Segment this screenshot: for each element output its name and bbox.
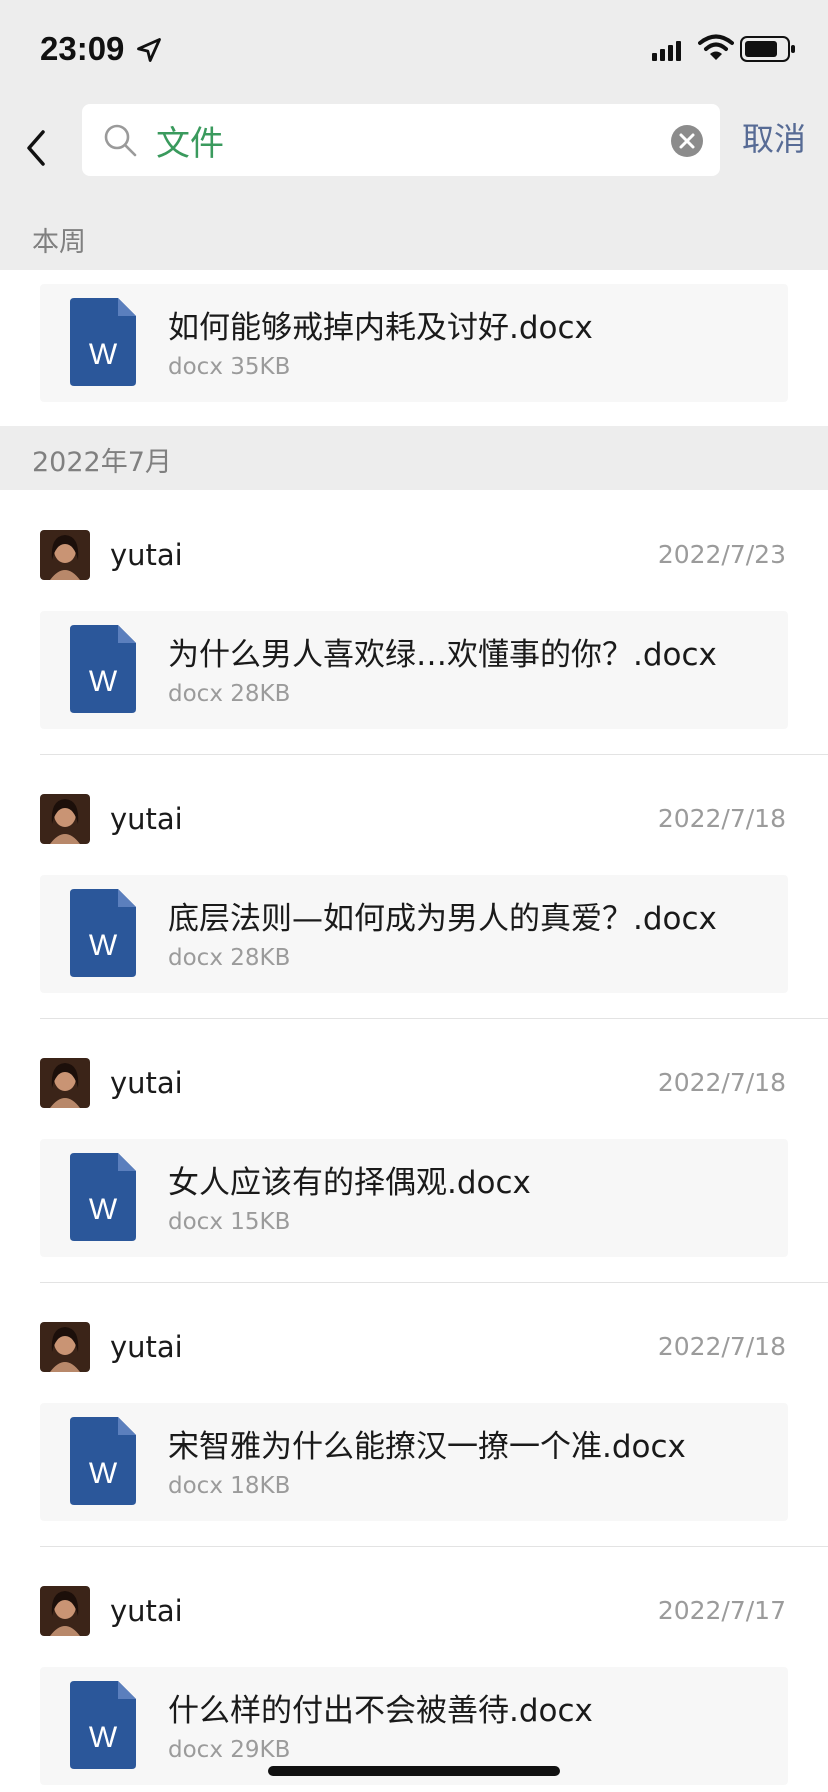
file-meta: docx 28KB	[168, 945, 291, 971]
file-card[interactable]: W 女人应该有的择偶观.docx docx 15KB	[40, 1139, 788, 1257]
file-card[interactable]: W 如何能够戒掉内耗及讨好.docx docx 35KB	[40, 284, 788, 402]
word-document-icon: W	[70, 298, 136, 386]
status-bar: 23:09	[0, 0, 828, 100]
divider	[40, 1282, 828, 1283]
search-icon	[104, 124, 137, 157]
avatar[interactable]	[40, 1586, 90, 1636]
word-document-icon: W	[70, 1417, 136, 1505]
avatar[interactable]	[40, 1322, 90, 1372]
section-header-july-2022: 2022年7月	[0, 426, 828, 490]
sender-row: yutai 2022/7/17	[0, 1586, 828, 1642]
sender-date: 2022/7/18	[657, 1068, 786, 1097]
file-name: 底层法则—如何成为男人的真爱？.docx	[168, 901, 717, 937]
file-name: 什么样的付出不会被善待.docx	[168, 1693, 593, 1729]
section-title: 本周	[32, 227, 86, 258]
location-arrow-icon	[137, 38, 161, 62]
divider	[40, 754, 828, 755]
clear-icon[interactable]	[670, 124, 704, 158]
svg-text:W: W	[89, 1457, 118, 1490]
file-name: 女人应该有的择偶观.docx	[168, 1165, 531, 1201]
sender-row: yutai 2022/7/18	[0, 1322, 828, 1378]
sender-name: yutai	[110, 1330, 183, 1364]
svg-text:W: W	[89, 929, 118, 962]
file-name: 如何能够戒掉内耗及讨好.docx	[168, 310, 593, 346]
svg-text:W: W	[89, 1721, 118, 1754]
back-button[interactable]	[14, 120, 58, 176]
sender-name: yutai	[110, 1594, 183, 1628]
sender-row: yutai 2022/7/18	[0, 1058, 828, 1114]
file-meta: docx 29KB	[168, 1737, 291, 1763]
sender-date: 2022/7/18	[657, 1332, 786, 1361]
section-title: 2022年7月	[32, 447, 172, 478]
word-document-icon: W	[70, 625, 136, 713]
sender-name: yutai	[110, 538, 183, 572]
section-header-this-week: 本周	[0, 206, 828, 270]
svg-text:W: W	[89, 665, 118, 698]
search-header: 取消	[0, 100, 828, 206]
cancel-button[interactable]: 取消	[742, 114, 806, 160]
divider	[40, 1018, 828, 1019]
file-card[interactable]: W 为什么男人喜欢绿…欢懂事的你？.docx docx 28KB	[40, 611, 788, 729]
word-document-icon: W	[70, 1153, 136, 1241]
word-document-icon: W	[70, 889, 136, 977]
sender-name: yutai	[110, 802, 183, 836]
search-input[interactable]	[156, 114, 636, 166]
avatar[interactable]	[40, 794, 90, 844]
file-card[interactable]: W 宋智雅为什么能撩汉一撩一个准.docx docx 18KB	[40, 1403, 788, 1521]
sender-date: 2022/7/18	[657, 804, 786, 833]
sender-name: yutai	[110, 1066, 183, 1100]
sender-row: yutai 2022/7/18	[0, 794, 828, 850]
file-meta: docx 35KB	[168, 354, 291, 380]
sender-row: yutai 2022/7/23	[0, 530, 828, 586]
wifi-icon	[698, 34, 734, 60]
home-indicator	[268, 1766, 560, 1776]
search-box[interactable]	[82, 104, 720, 176]
file-meta: docx 15KB	[168, 1209, 291, 1235]
sender-date: 2022/7/23	[657, 540, 786, 569]
avatar[interactable]	[40, 530, 90, 580]
file-meta: docx 28KB	[168, 681, 291, 707]
file-card[interactable]: W 底层法则—如何成为男人的真爱？.docx docx 28KB	[40, 875, 788, 993]
chevron-left-icon	[27, 130, 45, 166]
avatar[interactable]	[40, 1058, 90, 1108]
file-name: 为什么男人喜欢绿…欢懂事的你？.docx	[168, 637, 717, 673]
status-time: 23:09	[40, 30, 125, 67]
word-document-icon: W	[70, 1681, 136, 1769]
divider	[40, 1546, 828, 1547]
cellular-signal-icon	[652, 41, 681, 61]
file-name: 宋智雅为什么能撩汉一撩一个准.docx	[168, 1429, 686, 1465]
svg-text:W: W	[89, 1193, 118, 1226]
svg-text:W: W	[89, 338, 118, 371]
sender-date: 2022/7/17	[657, 1596, 786, 1625]
battery-icon	[740, 36, 795, 62]
file-meta: docx 18KB	[168, 1473, 291, 1499]
